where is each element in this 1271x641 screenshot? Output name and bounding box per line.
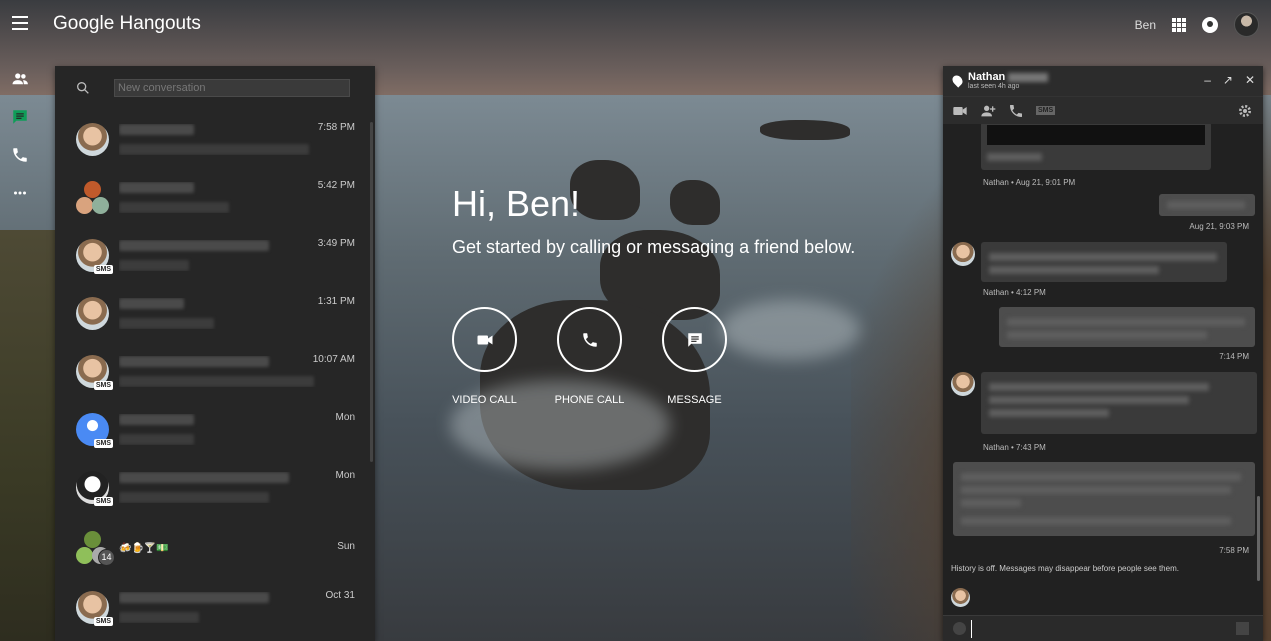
welcome-block: Hi, Ben! Get started by calling or messa… [452,183,855,258]
outgoing-message[interactable] [1159,194,1255,216]
sms-badge: SMS [93,380,113,390]
message-meta: Nathan • Aug 21, 9:01 PM [983,178,1076,187]
avatar: SMS [76,470,113,506]
compose-row [943,615,1263,641]
conversation-time: Mon [335,470,355,481]
conversation-item[interactable]: SMS Mon [55,400,375,458]
current-user-name[interactable]: Ben [1135,18,1156,32]
video-camera-icon [477,335,492,344]
message-thread[interactable]: Nathan • Aug 21, 9:01 PM Aug 21, 9:03 PM… [943,124,1263,589]
message-meta: 7:58 PM [1219,546,1249,555]
avatar: SMS [76,412,113,448]
conversation-item[interactable]: 14 🍻🍺🍸💵 Sun [55,516,375,578]
phone-icon[interactable] [1008,103,1024,119]
conversation-item[interactable]: SMS Oct 31 [55,578,375,636]
sms-badge: SMS [93,496,113,506]
message-button[interactable]: MESSAGE [662,307,727,406]
outgoing-message[interactable] [999,307,1255,347]
emoji-icon[interactable] [953,622,966,635]
add-person-icon[interactable] [980,103,996,119]
message-label: MESSAGE [667,394,722,406]
chat-header[interactable]: Nathan last seen 4h ago – ↗ ✕ [943,66,1263,96]
avatar [951,372,975,396]
phone-icon[interactable] [0,136,40,174]
avatar [951,588,970,607]
minimize-icon[interactable]: – [1204,74,1211,86]
history-off-note: History is off. Messages may disappear b… [951,564,1179,573]
more-icon[interactable] [0,174,40,212]
new-conversation-input[interactable] [114,79,350,97]
avatar [76,296,109,330]
image-message[interactable] [981,124,1211,170]
video-call-button[interactable]: VIDEO CALL [452,307,517,406]
conversation-item[interactable]: 5:42 PM [55,168,375,226]
message-meta: Nathan • 7:43 PM [983,443,1046,452]
conversation-time: 1:31 PM [317,296,355,307]
popout-icon[interactable]: ↗ [1223,74,1233,86]
notifications-icon[interactable] [1202,16,1218,33]
conversation-snippet: 🍻🍺🍸💵 [119,543,169,554]
greeting-heading: Hi, Ben! [452,183,581,224]
conversation-item[interactable]: SMS 3:49 PM [55,226,375,284]
menu-icon[interactable] [12,16,28,30]
conversation-list-panel: 7:58 PM 5:42 PM SMS 3:49 PM 1:31 PM SMS … [55,66,375,641]
incoming-message[interactable] [981,242,1227,282]
contacts-icon[interactable] [0,60,40,98]
location-pin-icon [950,73,965,88]
group-avatar: 14 [76,530,115,566]
conversation-item[interactable]: 1:31 PM [55,284,375,342]
phone-call-label: PHONE CALL [554,394,625,406]
message-meta: Nathan • 4:12 PM [983,288,1046,297]
top-bar: Google Hangouts Ben [0,0,1271,50]
list-scrollbar[interactable] [370,122,373,462]
conversation-time: 10:07 AM [312,354,355,365]
phone-icon [582,332,597,347]
unread-count-badge: 14 [98,548,115,566]
image-icon[interactable] [1236,622,1249,635]
conversation-time: 7:58 PM [317,122,355,133]
avatar [951,242,975,266]
welcome-subtitle: Get started by calling or messaging a fr… [452,237,856,257]
conversation-item[interactable]: 7:58 PM [55,110,375,168]
left-rail [0,60,40,212]
message-meta: 7:14 PM [1219,352,1249,361]
sms-toggle-button[interactable]: SMS [1036,106,1056,115]
search-row [55,66,375,110]
chat-window: Nathan last seen 4h ago – ↗ ✕ SMS Nathan… [943,66,1263,641]
group-avatar [76,180,109,214]
apps-grid-icon[interactable] [1172,17,1186,32]
messages-icon[interactable] [0,98,40,136]
outgoing-message[interactable] [953,462,1255,536]
avatar: SMS [76,238,113,274]
message-input[interactable] [971,620,1231,638]
conversation-time: 3:49 PM [317,238,355,249]
conversation-time: Oct 31 [325,590,355,601]
avatar [76,122,109,156]
avatar: SMS [76,354,113,390]
phone-call-button[interactable]: PHONE CALL [554,307,625,406]
incoming-message[interactable] [981,372,1257,434]
chat-scrollbar[interactable] [1257,496,1260,581]
sms-badge: SMS [93,616,113,626]
conversation-time: Mon [335,412,355,423]
message-meta: Aug 21, 9:03 PM [1189,222,1249,231]
account-avatar[interactable] [1234,12,1259,37]
gear-icon[interactable] [1237,103,1253,119]
app-title: Google Hangouts [53,13,201,34]
sms-badge: SMS [93,264,113,274]
conversation-item[interactable]: SMS 10:07 AM [55,342,375,400]
close-icon[interactable]: ✕ [1245,74,1255,86]
conversation-item[interactable]: SMS Mon [55,458,375,516]
conversation-time: Sun [337,541,355,552]
message-icon [687,332,702,347]
conversation-time: 5:42 PM [317,180,355,191]
video-camera-icon[interactable] [952,103,968,119]
avatar: SMS [76,590,113,626]
chat-toolbar: SMS [943,96,1263,124]
sms-badge: SMS [93,438,113,448]
search-icon [77,82,89,94]
video-call-label: VIDEO CALL [452,394,517,406]
call-actions: VIDEO CALL PHONE CALL MESSAGE [452,307,727,406]
